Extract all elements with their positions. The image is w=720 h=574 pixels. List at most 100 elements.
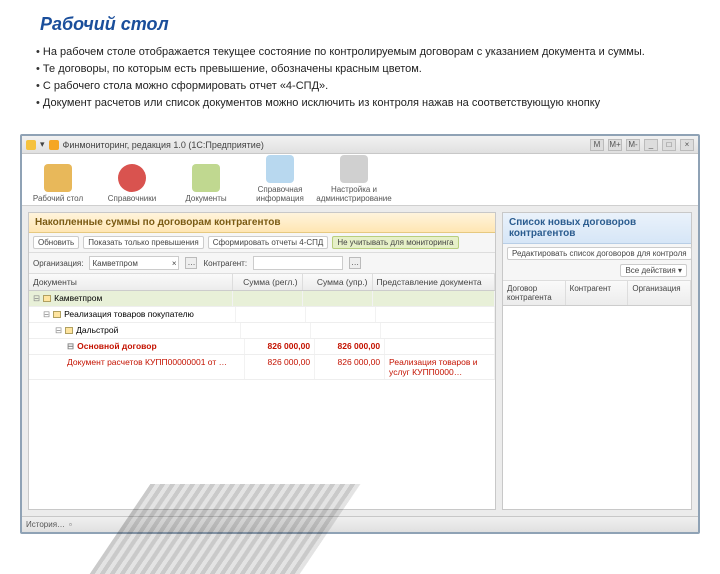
new-contracts-panel: Список новых договоров контрагентов Реда… — [502, 212, 692, 510]
cell-label: Основной договор — [77, 341, 157, 351]
sums-table-body: ⊟Камветпром ⊟Реализация товаров покупате… — [29, 291, 495, 509]
bullet: На рабочем столе отображается текущее со… — [36, 45, 680, 60]
collapse-icon[interactable]: ⊟ — [55, 325, 62, 335]
show-exceed-button[interactable]: Показать только превышения — [83, 236, 204, 249]
settings-icon — [340, 155, 368, 183]
app-window: ▾ Финмониторинг, редакция 1.0 (1С:Предпр… — [20, 134, 700, 534]
documents-icon — [192, 164, 220, 192]
table-row[interactable]: ⊟ Реализация товаров покупателю — [29, 307, 495, 323]
cell-doc: Документ расчетов КУПП00000001 от … — [29, 355, 245, 379]
cell-reg: 826 000,00 — [245, 339, 315, 354]
cell-label: Камветпром — [54, 293, 102, 303]
cell-upr — [306, 307, 376, 322]
maximize-button[interactable]: □ — [662, 139, 676, 151]
col-sum-upr[interactable]: Сумма (упр.) — [303, 274, 373, 290]
collapse-icon[interactable]: ⊟ — [43, 309, 50, 319]
section-documents[interactable]: Документы — [176, 164, 236, 203]
section-references[interactable]: Справочники — [102, 164, 162, 203]
favorites-icon[interactable] — [49, 140, 59, 150]
cell-doc: ⊟ Реализация товаров покупателю — [29, 307, 236, 322]
col-sum-reg[interactable]: Сумма (регл.) — [233, 274, 303, 290]
all-actions-button[interactable]: Все действия ▾ — [620, 264, 687, 277]
cell-upr: 826 000,00 — [315, 355, 385, 379]
cell-reg: 826 000,00 — [245, 355, 315, 379]
cell-doc: ⊟ Дальстрой — [29, 323, 241, 338]
help-icon — [266, 155, 294, 183]
section-help[interactable]: Справочная информация — [250, 155, 310, 203]
bullet: Те договоры, по которым есть превышение,… — [36, 62, 680, 77]
bullet: Документ расчетов или список документов … — [36, 96, 680, 111]
cell-label: Дальстрой — [76, 325, 118, 335]
minimize-button[interactable]: _ — [644, 139, 658, 151]
mem-plus-button[interactable]: M+ — [608, 139, 622, 151]
col-contract[interactable]: Договор контрагента — [503, 281, 566, 305]
edit-list-button[interactable]: Редактировать список договоров для контр… — [507, 247, 692, 260]
titlebar: ▾ Финмониторинг, редакция 1.0 (1С:Предпр… — [22, 136, 698, 154]
desktop-icon — [44, 164, 72, 192]
section-bar: Рабочий стол Справочники Документы Справ… — [22, 154, 698, 206]
cell-label: Реализация товаров покупателю — [64, 309, 194, 319]
folder-icon — [65, 327, 73, 334]
section-label: Справочная информация — [250, 185, 310, 203]
cell-upr — [311, 323, 381, 338]
new-contracts-toolbar: Редактировать список договоров для контр… — [503, 244, 691, 281]
new-contracts-title: Список новых договоров контрагентов — [503, 213, 691, 244]
filters-bar: Организация: Камветпром× … Контрагент: … — [29, 253, 495, 274]
window-title: Финмониторинг, редакция 1.0 (1С:Предприя… — [63, 140, 264, 150]
refresh-button[interactable]: Обновить — [33, 236, 79, 249]
cell-repr: Реализация товаров и услуг КУПП0000… — [385, 355, 495, 379]
table-row[interactable]: ⊟ Дальстрой — [29, 323, 495, 339]
sums-toolbar: Обновить Показать только превышения Сфор… — [29, 233, 495, 253]
mem-minus-button[interactable]: M- — [626, 139, 640, 151]
cell-upr: 826 000,00 — [315, 339, 385, 354]
col-docs[interactable]: Документы — [29, 274, 233, 290]
table-row[interactable]: ⊟ Камветпром — [29, 291, 495, 307]
col-repr[interactable]: Представление документа — [373, 274, 495, 290]
cell-upr — [303, 291, 373, 306]
cell-doc: ⊟ Камветпром — [29, 291, 233, 306]
cell-repr — [373, 291, 495, 306]
sums-panel: Накопленные суммы по договорам контраген… — [28, 212, 496, 510]
panels-row: Накопленные суммы по договорам контраген… — [22, 206, 698, 516]
col-contragent[interactable]: Контрагент — [566, 281, 629, 305]
section-label: Настройка и администрирование — [316, 185, 391, 203]
slide-title: Рабочий стол — [40, 14, 720, 35]
cell-label: Документ расчетов КУПП00000001 от … — [67, 357, 227, 367]
cell-repr — [381, 323, 495, 338]
make-4spd-button[interactable]: Сформировать отчеты 4-СПД — [208, 236, 329, 249]
section-settings[interactable]: Настройка и администрирование — [324, 155, 384, 203]
collapse-icon[interactable]: ⊟ — [33, 293, 40, 303]
org-select-button[interactable]: … — [185, 257, 197, 269]
table-row[interactable]: ⊟Основной договор 826 000,00 826 000,00 — [29, 339, 495, 355]
folder-icon — [53, 311, 61, 318]
exclude-button[interactable]: Не учитывать для мониторинга — [332, 236, 458, 249]
section-label: Рабочий стол — [33, 194, 83, 203]
status-bar: История… ▫ — [22, 516, 698, 532]
section-label: Справочники — [108, 194, 156, 203]
contragent-select-button[interactable]: … — [349, 257, 361, 269]
history-dropdown-icon[interactable]: ▾ — [40, 139, 45, 150]
bullet: С рабочего стола можно сформировать отче… — [36, 79, 680, 94]
clear-icon[interactable]: × — [172, 259, 177, 268]
folder-icon — [43, 295, 51, 302]
status-icon[interactable]: ▫ — [69, 520, 72, 529]
cell-reg — [236, 307, 306, 322]
collapse-icon[interactable]: ⊟ — [67, 341, 74, 351]
section-desktop[interactable]: Рабочий стол — [28, 164, 88, 203]
org-input[interactable]: Камветпром× — [89, 256, 179, 270]
contragent-input[interactable] — [253, 256, 343, 270]
contragent-label: Контрагент: — [203, 259, 247, 268]
cell-reg — [241, 323, 311, 338]
org-label: Организация: — [33, 259, 83, 268]
col-org[interactable]: Организация — [628, 281, 691, 305]
cell-doc: ⊟Основной договор — [29, 339, 245, 354]
history-link[interactable]: История… — [26, 520, 65, 529]
cell-reg — [233, 291, 303, 306]
references-icon — [118, 164, 146, 192]
new-contracts-body — [503, 306, 691, 509]
close-button[interactable]: × — [680, 139, 694, 151]
section-label: Документы — [185, 194, 226, 203]
cell-repr — [376, 307, 495, 322]
table-row[interactable]: Документ расчетов КУПП00000001 от … 826 … — [29, 355, 495, 380]
mem-button[interactable]: M — [590, 139, 604, 151]
